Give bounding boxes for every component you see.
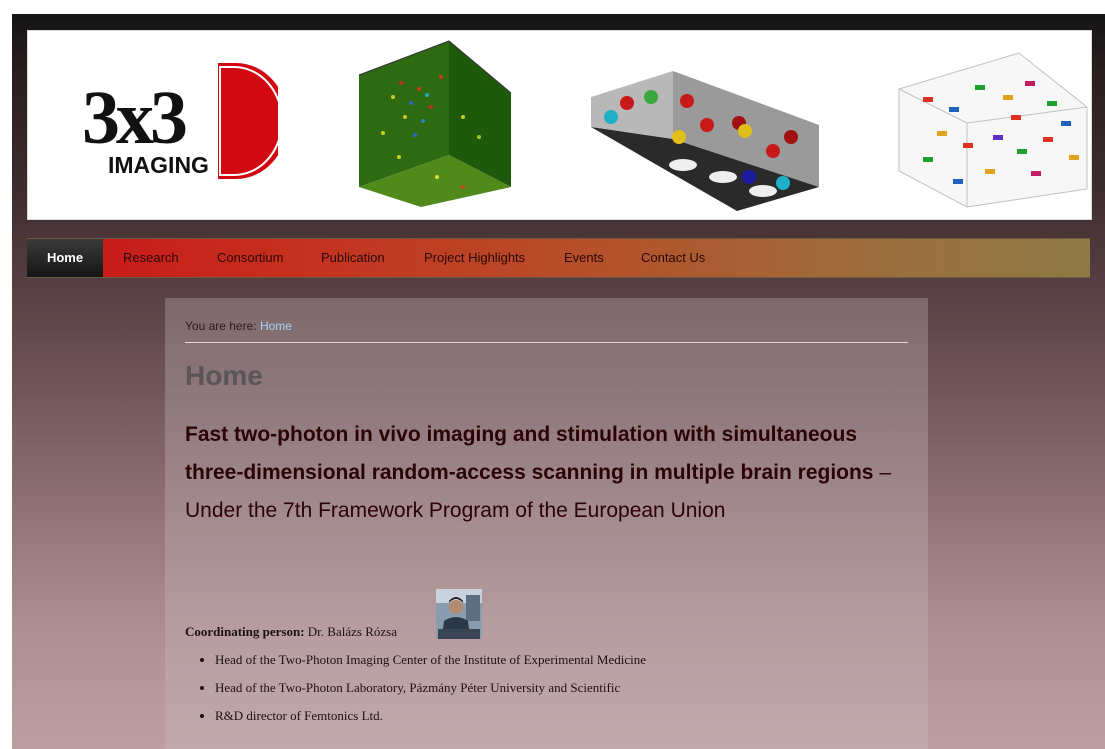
project-title: Fast two-photon in vivo imaging and stim… — [185, 423, 874, 484]
nav-item-home[interactable]: Home — [27, 239, 103, 277]
coordinator-roles: Head of the Two-Photon Imaging Center of… — [185, 650, 905, 734]
logo-sub-text: IMAGING — [108, 152, 209, 178]
logo-big-text: 3x3 — [82, 76, 186, 160]
list-item: Head of the Two-Photon Imaging Center of… — [215, 650, 905, 678]
coordinator-label: Coordinating person: — [185, 624, 305, 639]
nav-item-publication[interactable]: Publication — [321, 239, 385, 277]
nav-item-contact-us[interactable]: Contact Us — [641, 239, 705, 277]
list-item: R&D director of Femtonics Ltd. — [215, 706, 905, 734]
project-lead: Fast two-photon in vivo imaging and stim… — [185, 416, 910, 530]
main-navigation: Home Research Consortium Publication Pro… — [27, 238, 1090, 278]
brain-volume-image — [358, 40, 512, 207]
scanning-spheres-image — [591, 71, 819, 211]
nav-item-project-highlights[interactable]: Project Highlights — [424, 239, 525, 277]
nav-item-events[interactable]: Events — [564, 239, 604, 277]
neuron-tracks-image — [898, 52, 1088, 208]
coordinator-line: Coordinating person: Dr. Balázs Rózsa — [185, 624, 397, 640]
nav-item-research[interactable]: Research — [123, 239, 179, 277]
coordinator-photo — [436, 589, 482, 639]
breadcrumb: You are here: Home — [185, 319, 908, 343]
nav-item-consortium[interactable]: Consortium — [217, 239, 283, 277]
main-content: You are here: Home Home Fast two-photon … — [165, 298, 928, 749]
breadcrumb-prefix: You are here: — [185, 319, 257, 333]
page-background: 3x3 IMAGING Home Research Consortium Pub… — [12, 14, 1105, 749]
page-title: Home — [185, 360, 263, 391]
header-banner: 3x3 IMAGING — [27, 30, 1092, 220]
breadcrumb-current-link[interactable]: Home — [260, 319, 292, 333]
list-item: Head of the Two-Photon Laboratory, Pázmá… — [215, 678, 905, 706]
coordinator-name: Dr. Balázs Rózsa — [307, 624, 397, 639]
site-logo[interactable]: 3x3 IMAGING — [68, 53, 278, 183]
